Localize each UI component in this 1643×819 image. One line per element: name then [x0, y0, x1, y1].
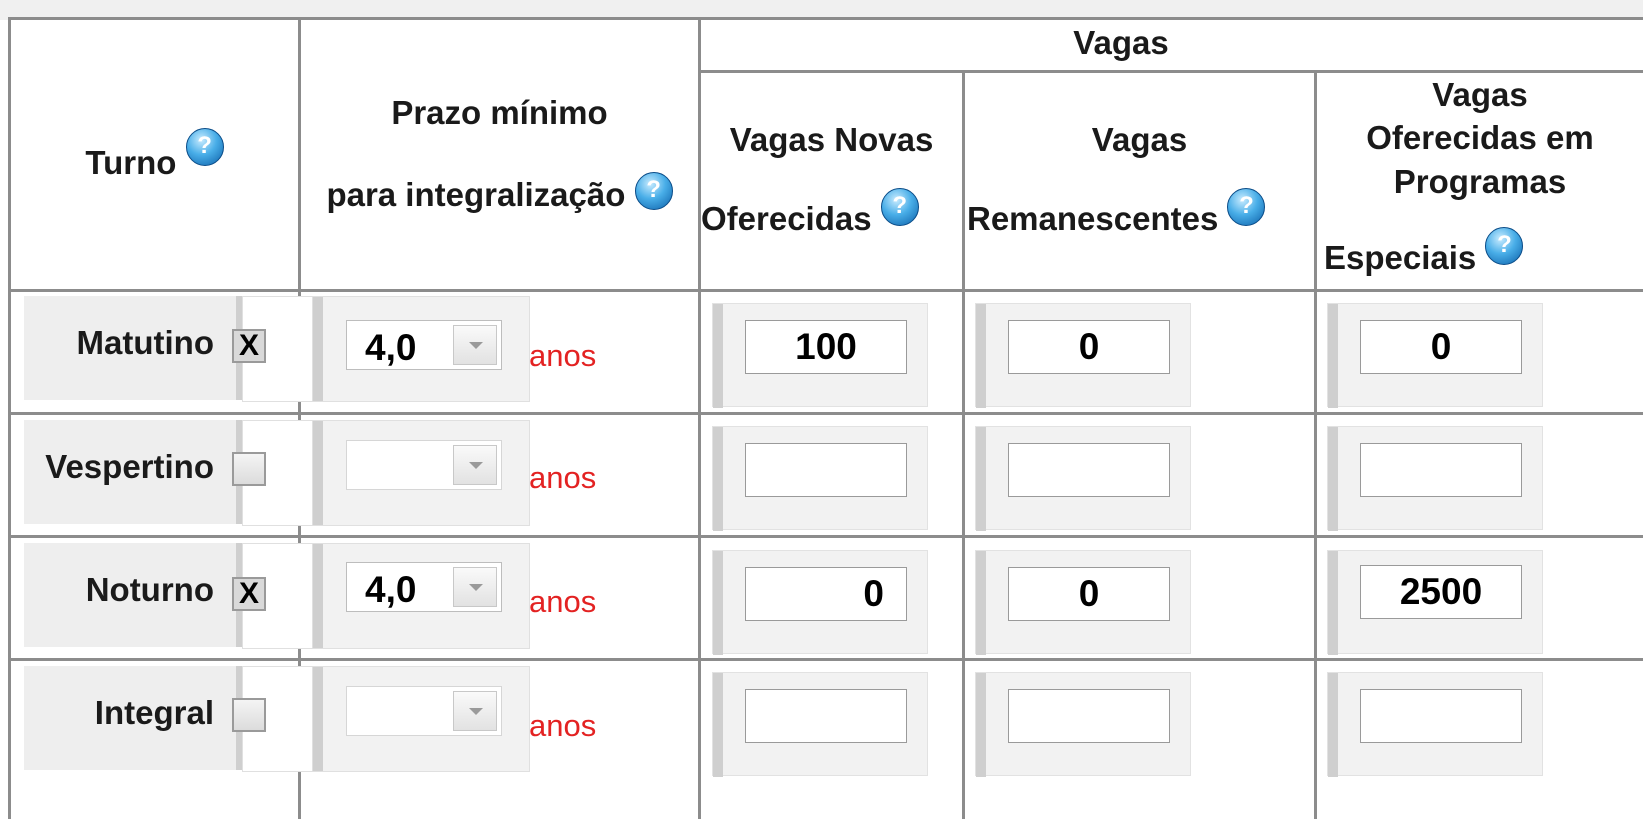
prazo-select[interactable]: 4,0: [346, 562, 502, 612]
header-remanescentes-line1: Vagas: [1091, 121, 1188, 158]
vagas-remanescentes-input[interactable]: 0: [1008, 567, 1170, 621]
chevron-down-icon[interactable]: [453, 567, 497, 607]
vagas-novas-input[interactable]: [745, 443, 907, 497]
shift-checkbox[interactable]: X: [232, 577, 266, 611]
header-programas-line2: Oferecidas em: [1366, 119, 1594, 156]
prazo-select[interactable]: [346, 440, 502, 490]
header-prazo-line2: para integralização: [326, 176, 626, 213]
unit-label: anos: [529, 338, 597, 373]
prazo-select[interactable]: [346, 686, 502, 736]
vagas-novas-input[interactable]: 0: [745, 567, 907, 621]
help-icon[interactable]: [1227, 188, 1266, 227]
header-programas: Especiais: [1324, 227, 1643, 280]
vagas-remanescentes-input[interactable]: [1008, 689, 1170, 743]
help-icon[interactable]: [880, 188, 919, 227]
header-remanescentes: Remanescentes: [967, 188, 1314, 242]
unit-label: anos: [529, 584, 597, 619]
help-icon[interactable]: [1485, 227, 1524, 266]
prazo-value: 4,0: [365, 327, 417, 368]
vagas-programas-input[interactable]: [1360, 443, 1522, 497]
unit-label: anos: [529, 708, 597, 743]
header-programas-line3: Programas: [1393, 163, 1567, 200]
vagas-remanescentes-input[interactable]: [1008, 443, 1170, 497]
chevron-down-icon[interactable]: [453, 691, 497, 731]
header-programas-line4: Especiais: [1324, 239, 1477, 276]
prazo-value: 4,0: [365, 569, 417, 610]
shift-label: Integral: [94, 694, 214, 731]
header-remanescentes-line2: Remanescentes: [967, 200, 1219, 237]
shift-label: Noturno: [85, 571, 214, 608]
header-turno: Turno: [11, 128, 298, 186]
shift-checkbox[interactable]: X: [232, 329, 266, 363]
header-prazo-line1: Prazo mínimo: [391, 94, 608, 131]
header-novas-line2: Oferecidas: [701, 200, 872, 237]
help-icon[interactable]: [634, 172, 673, 211]
header-prazo: para integralização: [301, 172, 698, 218]
chevron-down-icon[interactable]: [453, 445, 497, 485]
header-programas-line1: Vagas: [1432, 76, 1528, 113]
header-novas-line1: Vagas Novas: [729, 121, 934, 158]
vagas-programas-input[interactable]: [1360, 689, 1522, 743]
unit-label: anos: [529, 460, 597, 495]
shift-checkbox[interactable]: [232, 452, 266, 486]
help-icon[interactable]: [185, 128, 224, 167]
vagas-remanescentes-input[interactable]: 0: [1008, 320, 1170, 374]
vagas-programas-input[interactable]: 0: [1360, 320, 1522, 374]
shift-checkbox[interactable]: [232, 698, 266, 732]
vagas-programas-input[interactable]: 2500: [1360, 565, 1522, 619]
header-vagas: Vagas: [1073, 24, 1169, 61]
vagas-novas-input[interactable]: 100: [745, 320, 907, 374]
chevron-down-icon[interactable]: [453, 325, 497, 365]
header-turno-label: Turno: [85, 144, 177, 181]
shift-label: Matutino: [76, 324, 214, 361]
header-novas: Oferecidas: [701, 188, 962, 242]
shift-label: Vespertino: [45, 448, 214, 485]
vagas-novas-input[interactable]: [745, 689, 907, 743]
prazo-select[interactable]: 4,0: [346, 320, 502, 370]
